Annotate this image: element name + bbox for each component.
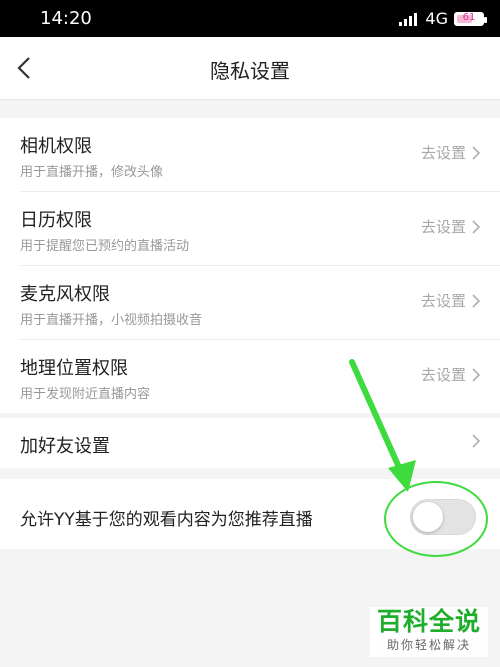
chevron-right-icon bbox=[472, 145, 480, 160]
nav-bar: 隐私设置 bbox=[0, 37, 500, 100]
friend-settings-item[interactable]: 加好友设置 bbox=[20, 418, 500, 468]
action-label: 去设置 bbox=[420, 218, 466, 236]
item-title: 日历权限 bbox=[20, 210, 92, 231]
friend-settings-group: 加好友设置 bbox=[0, 418, 500, 468]
action-label: 去设置 bbox=[420, 292, 466, 310]
item-subtitle: 用于直播开播，小视频拍摄收音 bbox=[20, 313, 203, 328]
permission-item-microphone[interactable]: 麦克风权限 用于直播开播，小视频拍摄收音 去设置 bbox=[20, 266, 500, 340]
chevron-right-icon bbox=[472, 434, 480, 448]
go-settings-link[interactable]: 去设置 bbox=[421, 290, 480, 311]
battery-icon: 61 bbox=[454, 11, 487, 26]
action-label: 去设置 bbox=[420, 366, 466, 384]
recommendation-toggle[interactable] bbox=[410, 499, 476, 535]
item-title: 加好友设置 bbox=[20, 436, 110, 457]
chevron-right-icon bbox=[472, 219, 480, 234]
watermark-sub: 助你轻松解决 bbox=[386, 638, 471, 652]
signal-icon bbox=[399, 12, 418, 26]
status-indicators: 4G 61 bbox=[399, 9, 487, 28]
item-subtitle: 用于直播开播，修改头像 bbox=[20, 165, 164, 180]
go-settings-link[interactable]: 去设置 bbox=[421, 142, 480, 163]
item-title: 允许YY基于您的观看内容为您推荐直播 bbox=[20, 510, 313, 530]
go-settings-link[interactable]: 去设置 bbox=[421, 216, 480, 237]
permission-item-camera[interactable]: 相机权限 用于直播开播，修改头像 去设置 bbox=[20, 118, 500, 192]
permission-item-calendar[interactable]: 日历权限 用于提醒您已预约的直播活动 去设置 bbox=[20, 192, 500, 266]
friend-settings-chevron[interactable] bbox=[472, 434, 480, 448]
action-label: 去设置 bbox=[420, 144, 466, 162]
page-title: 隐私设置 bbox=[210, 59, 290, 83]
watermark-logo: 百科全说 助你轻松解决 bbox=[370, 607, 488, 657]
network-type: 4G bbox=[425, 9, 448, 28]
recommendation-group: 允许YY基于您的观看内容为您推荐直播 bbox=[0, 479, 500, 549]
watermark-main: 百科全说 bbox=[376, 607, 481, 636]
item-title: 相机权限 bbox=[20, 136, 92, 157]
permissions-group: 相机权限 用于直播开播，修改头像 去设置 日历权限 用于提醒您已预约的直播活动 … bbox=[0, 118, 500, 413]
status-bar: 14:20 4G 61 bbox=[0, 0, 500, 37]
battery-level: 61 bbox=[462, 11, 476, 23]
status-time: 14:20 bbox=[40, 8, 92, 29]
chevron-right-icon bbox=[472, 293, 480, 308]
toggle-knob bbox=[413, 502, 443, 532]
go-settings-link[interactable]: 去设置 bbox=[421, 364, 480, 385]
chevron-right-icon bbox=[472, 367, 480, 382]
item-title: 麦克风权限 bbox=[20, 284, 110, 305]
item-subtitle: 用于发现附近直播内容 bbox=[20, 387, 151, 402]
permission-item-location[interactable]: 地理位置权限 用于发现附近直播内容 去设置 bbox=[20, 340, 500, 413]
item-title: 地理位置权限 bbox=[20, 358, 128, 379]
item-subtitle: 用于提醒您已预约的直播活动 bbox=[20, 239, 190, 254]
